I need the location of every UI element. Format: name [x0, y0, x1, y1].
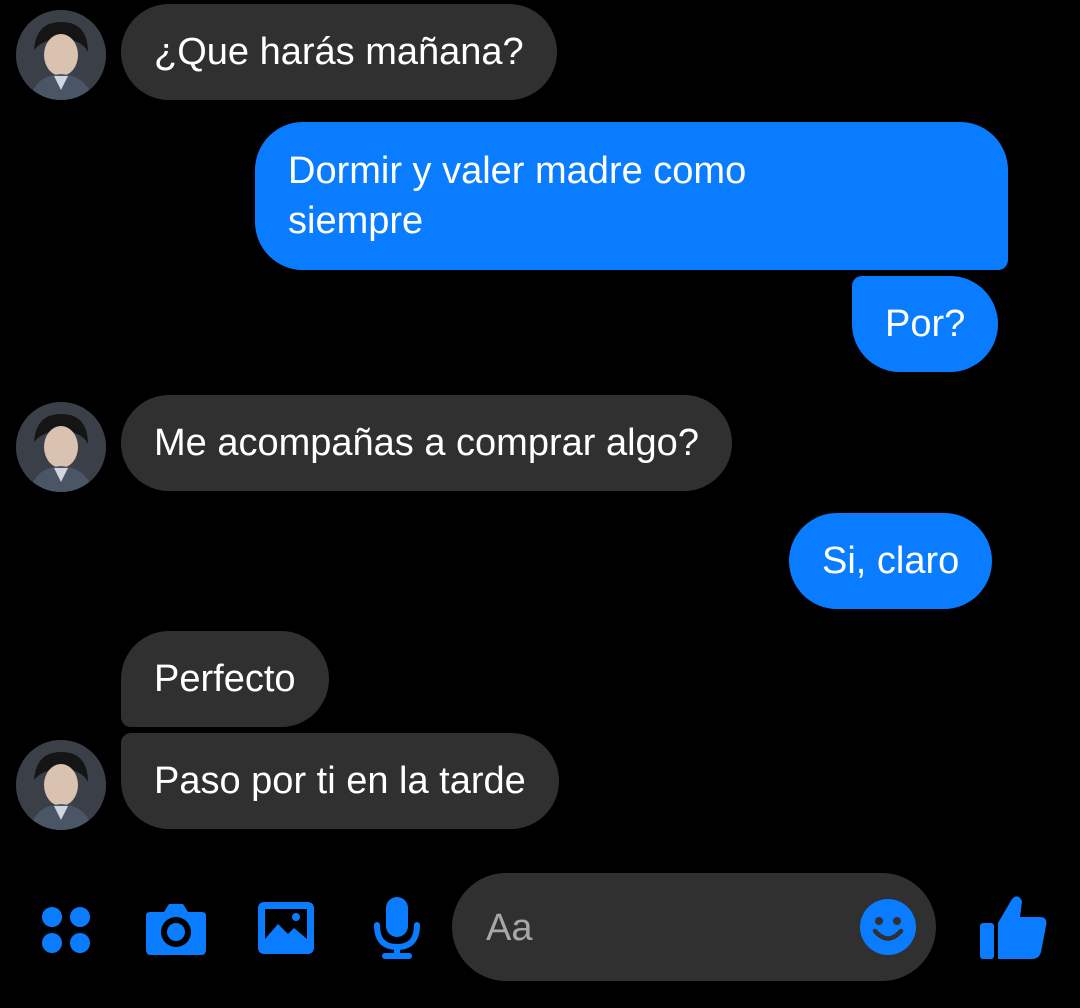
contact-avatar[interactable]	[16, 10, 106, 100]
message-bubble-incoming[interactable]: Me acompañas a comprar algo?	[121, 395, 732, 491]
message-bubble-outgoing[interactable]: Si, claro	[789, 513, 993, 609]
message-bubble-incoming[interactable]: Perfecto	[121, 631, 329, 727]
thumbs-up-icon[interactable]	[978, 893, 1050, 961]
message-text: Si, claro	[822, 540, 960, 582]
apps-grid-icon[interactable]	[40, 903, 94, 957]
message-bubble-outgoing[interactable]: Dormir y valer madre como siempre	[255, 122, 1008, 270]
avatar-photo	[16, 402, 106, 492]
emoji-icon[interactable]	[859, 898, 917, 956]
message-bubble-incoming[interactable]: Paso por ti en la tarde	[121, 733, 559, 829]
contact-avatar[interactable]	[16, 740, 106, 830]
message-composer[interactable]	[452, 873, 936, 983]
message-text: Por?	[885, 303, 966, 345]
avatar-photo	[16, 740, 106, 830]
message-bubble-outgoing[interactable]: Por?	[852, 276, 999, 372]
message-text: Paso por ti en la tarde	[154, 760, 526, 802]
avatar-photo	[16, 10, 106, 100]
microphone-icon[interactable]	[372, 895, 422, 961]
message-text: Me acompañas a comprar algo?	[154, 422, 699, 464]
message-text: ¿Que harás mañana?	[154, 31, 524, 73]
message-input[interactable]	[484, 873, 858, 983]
gallery-icon[interactable]	[256, 900, 316, 956]
camera-icon[interactable]	[144, 898, 208, 958]
message-text: Perfecto	[154, 658, 296, 700]
message-text: Dormir y valer madre como siempre	[288, 150, 747, 242]
message-bubble-incoming[interactable]: ¿Que harás mañana?	[121, 4, 557, 100]
contact-avatar[interactable]	[16, 402, 106, 492]
